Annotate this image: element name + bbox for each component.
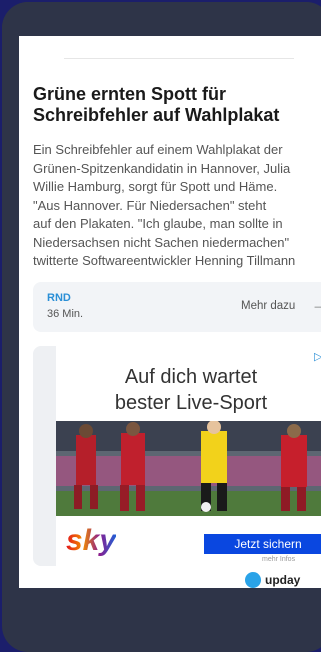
ad-cta-button[interactable]: Jetzt sichern [204,534,321,554]
football-players-image [56,421,321,516]
news-card[interactable]: Grüne ernten Spott für Schreibfehler auf… [19,36,321,588]
ad-headline: Auf dich wartet bester Live-Sport [114,366,268,414]
source-time: 36 Min. [47,308,84,320]
card-divider [64,58,294,59]
ad-container[interactable]: ▷ ✕ Auf dich wartet bester Live-Sport [33,346,321,566]
more-link[interactable]: Mehr dazu [241,300,295,312]
ad-more-info-link[interactable]: mehr Infos [262,556,295,563]
article-body: Ein Schreibfehler auf einem Wahlplakat d… [33,142,296,268]
sky-logo[interactable]: sky [66,524,116,558]
upday-logo-icon [245,572,261,588]
source-name: RND [47,292,71,304]
adchoices-icon[interactable]: ▷ [314,350,321,363]
device-frame: Grüne ernten Spott für Schreibfehler auf… [2,2,321,652]
ad-banner[interactable]: ▷ ✕ Auf dich wartet bester Live-Sport [56,346,321,566]
ad-photo [56,421,321,516]
source-row[interactable]: RND 36 Min. Mehr dazu → [33,282,321,332]
upday-label: upday [265,573,301,587]
article-title[interactable]: Grüne ernten Spott für Schreibfehler auf… [33,84,321,126]
arrow-right-icon[interactable]: → [311,294,321,315]
upday-badge: upday [239,570,321,588]
device-top-bezel [2,2,321,38]
